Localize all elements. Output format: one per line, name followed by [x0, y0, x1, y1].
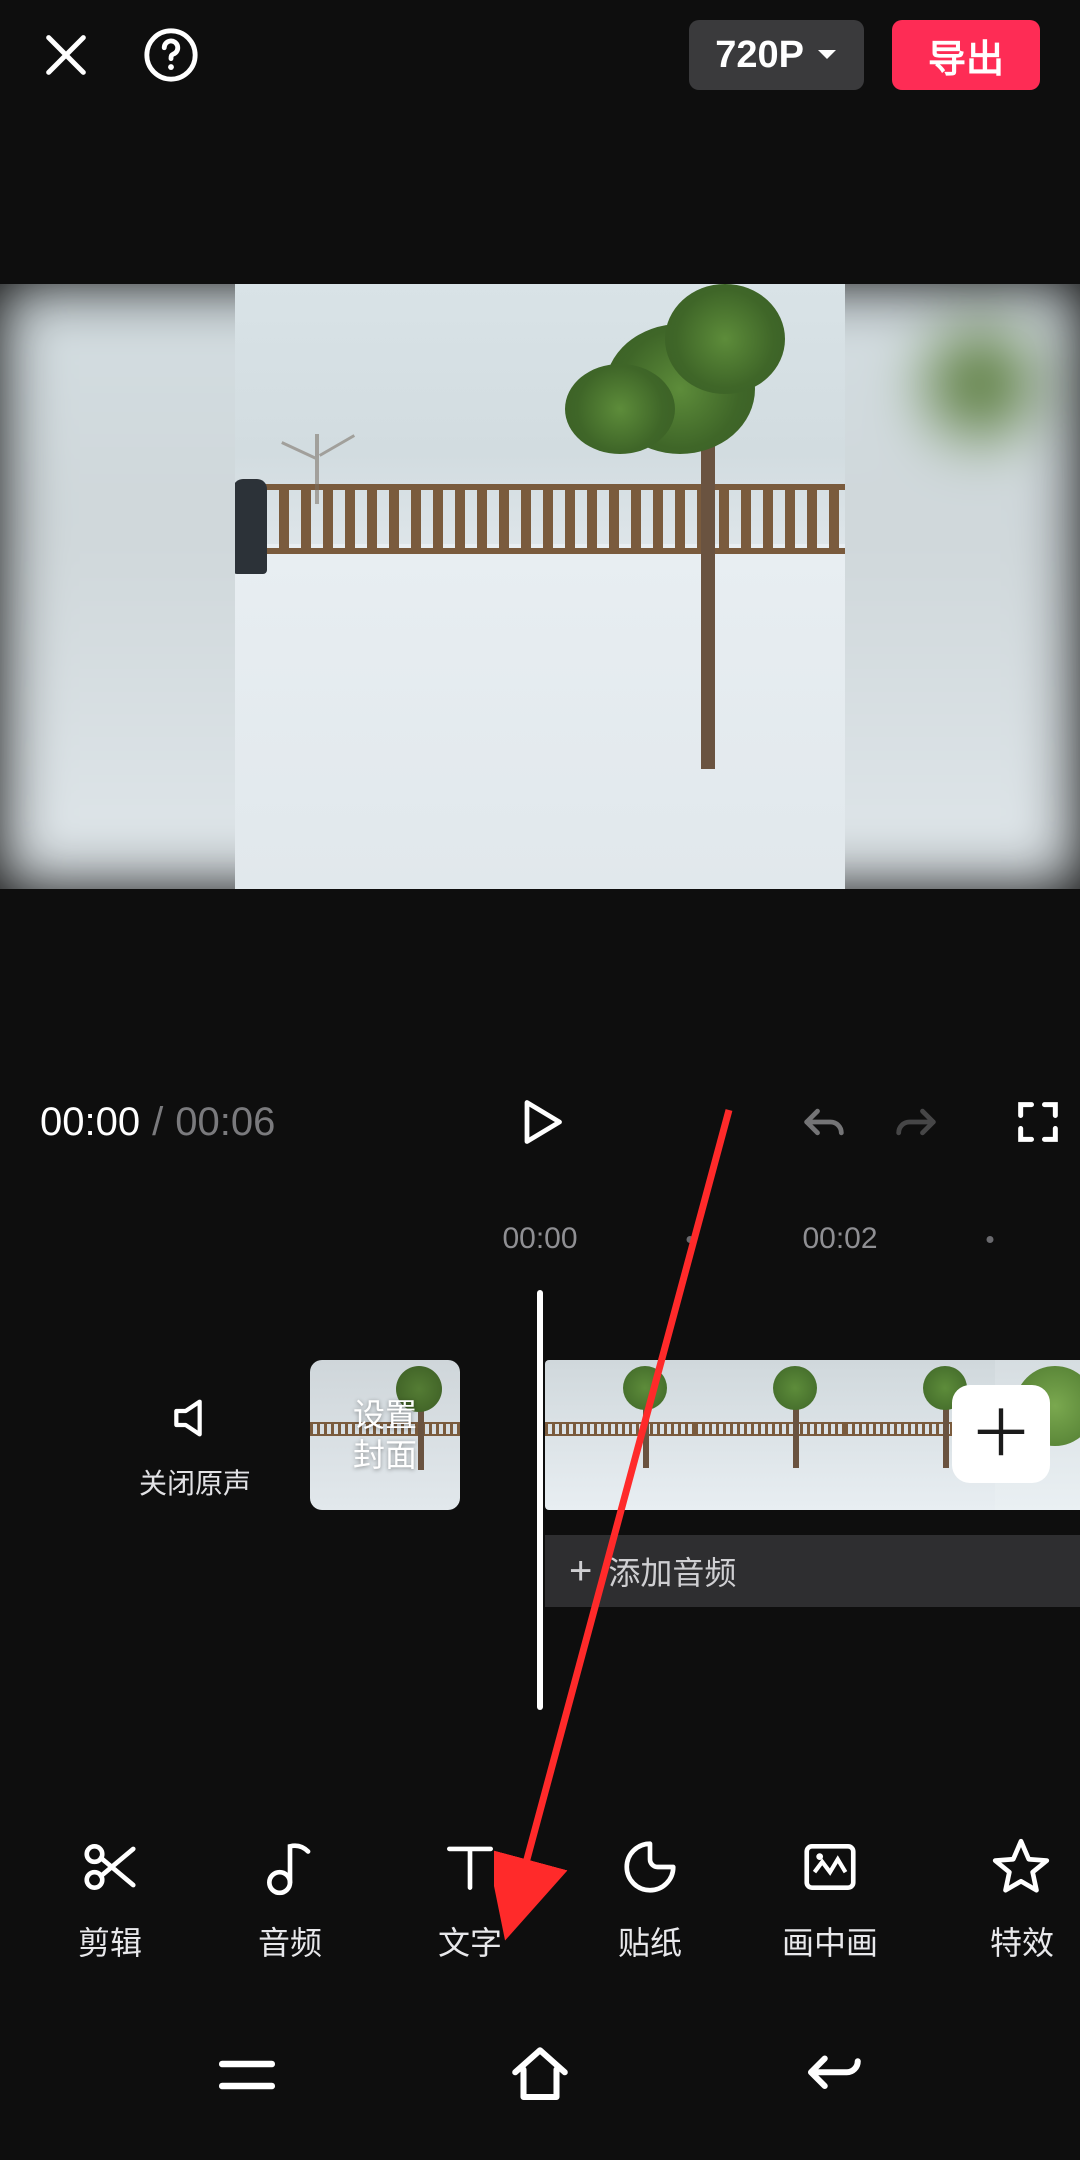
export-button[interactable]: 导出 [892, 20, 1040, 90]
play-button[interactable] [514, 1096, 566, 1148]
close-button[interactable] [40, 29, 92, 81]
add-clip-button[interactable]: ＋ [952, 1385, 1050, 1483]
tool-label: 贴纸 [618, 1918, 682, 1964]
tool-edit[interactable]: 剪辑 [20, 1836, 200, 1964]
plus-icon: + [569, 1551, 592, 1591]
time-separator: / [140, 1100, 175, 1145]
home-icon [507, 2042, 573, 2108]
fullscreen-button[interactable] [1012, 1096, 1064, 1148]
export-label: 导出 [928, 28, 1004, 83]
add-audio-label: 添加音频 [608, 1548, 736, 1594]
nav-recents-button[interactable] [214, 2042, 280, 2108]
tool-label: 文字 [438, 1918, 502, 1964]
tool-label: 剪辑 [78, 1918, 142, 1964]
ruler-dot [687, 1236, 694, 1243]
back-icon [800, 2042, 866, 2108]
mute-label: 关闭原声 [135, 1462, 255, 1502]
scissors-icon [79, 1836, 141, 1898]
resolution-button[interactable]: 720P [689, 20, 864, 90]
header-bar: 720P 导出 [0, 0, 1080, 110]
picture-in-picture-icon [799, 1836, 861, 1898]
redo-icon [890, 1096, 942, 1148]
sticker-icon [619, 1836, 681, 1898]
clip-thumbnail [695, 1360, 845, 1510]
nav-home-button[interactable] [507, 2042, 573, 2108]
add-audio-track-button[interactable]: + 添加音频 [545, 1535, 1080, 1607]
total-time-label: 00:06 [175, 1100, 275, 1145]
timeline-ruler[interactable]: 00:00 00:02 [0, 1222, 1080, 1270]
tool-text[interactable]: 文字 [380, 1836, 560, 1964]
chevron-down-icon [816, 48, 838, 62]
ruler-dot [987, 1236, 994, 1243]
tool-label: 画中画 [782, 1918, 878, 1964]
menu-icon [214, 2042, 280, 2108]
text-icon [439, 1836, 501, 1898]
timeline[interactable]: 关闭原声 设置 封面 ＋ + 添加音频 [0, 1290, 1080, 1710]
bottom-toolbar: 剪辑 音频 文字 贴纸 画中画 [0, 1810, 1080, 1990]
star-icon [990, 1836, 1052, 1898]
set-cover-button[interactable]: 设置 封面 [310, 1360, 460, 1510]
tool-effects[interactable]: 特效 [980, 1836, 1060, 1964]
help-button[interactable] [142, 26, 200, 84]
ruler-tick-1: 00:02 [802, 1222, 877, 1256]
clip-thumbnail [545, 1360, 695, 1510]
ruler-tick-0: 00:00 [502, 1222, 577, 1256]
help-icon [142, 26, 200, 84]
playback-controls: 00:00 / 00:06 [0, 1082, 1080, 1162]
play-icon [514, 1096, 566, 1148]
speaker-icon [167, 1390, 223, 1446]
mute-original-audio-button[interactable]: 关闭原声 [135, 1390, 255, 1502]
tool-pip[interactable]: 画中画 [740, 1836, 920, 1964]
resolution-label: 720P [715, 34, 804, 77]
music-note-icon [259, 1836, 321, 1898]
redo-button[interactable] [890, 1096, 942, 1148]
tool-label: 音频 [258, 1918, 322, 1964]
close-icon [40, 29, 92, 81]
plus-icon: ＋ [969, 1402, 1033, 1466]
undo-icon [798, 1096, 850, 1148]
preview-frame [235, 284, 845, 889]
tool-sticker[interactable]: 贴纸 [560, 1836, 740, 1964]
tool-audio[interactable]: 音频 [200, 1836, 380, 1964]
video-preview[interactable] [0, 284, 1080, 889]
playhead[interactable] [537, 1290, 543, 1710]
fullscreen-icon [1012, 1096, 1064, 1148]
undo-button[interactable] [798, 1096, 850, 1148]
current-time-label: 00:00 [40, 1100, 140, 1145]
nav-back-button[interactable] [800, 2042, 866, 2108]
system-navigation-bar [0, 2010, 1080, 2160]
cover-label: 设置 封面 [353, 1395, 417, 1475]
tool-label: 特效 [990, 1918, 1054, 1964]
